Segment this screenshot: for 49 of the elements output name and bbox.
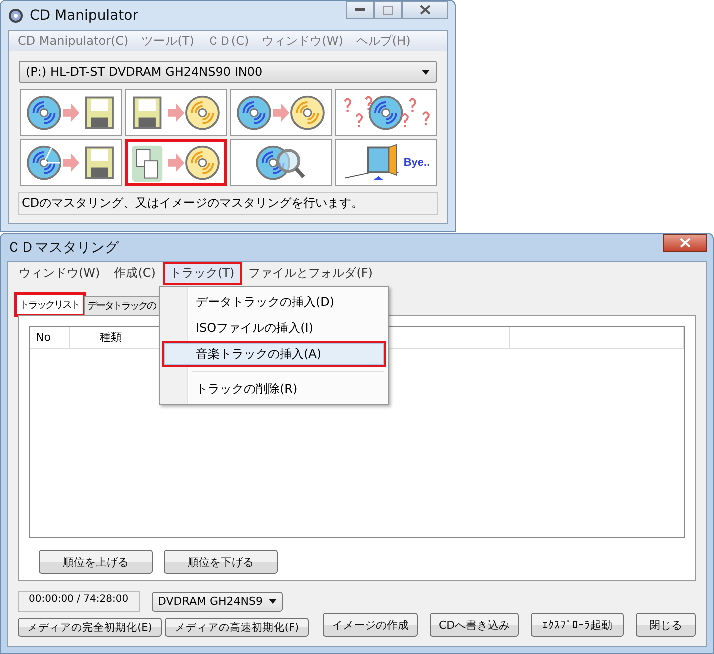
menu-item[interactable]: 音楽トラックの挿入(A)	[162, 341, 386, 367]
tool-button[interactable]	[20, 89, 122, 136]
action-button[interactable]: ｴｸｽﾌﾟﾛｰﾗ起動	[531, 613, 624, 637]
menu-item[interactable]: ウィンドウ(W)	[12, 262, 108, 284]
action-button[interactable]: 閉じる	[636, 613, 696, 637]
menu-item[interactable]: ファイルとフォルダ(F)	[242, 262, 380, 284]
menu-item[interactable]: ISOファイルの挿入(I)	[162, 315, 386, 341]
order-button[interactable]: 順位を上げる	[39, 550, 153, 574]
status-bar: CDのマスタリング、又はイメージのマスタリングを行います。	[18, 192, 438, 215]
dropdown-arrow-icon	[268, 599, 277, 604]
tool-button[interactable]	[20, 139, 122, 186]
menu-item[interactable]: ＣＤ(C)	[202, 30, 258, 52]
tab[interactable]: データトラックの	[84, 296, 160, 315]
time-display: 00:00:00 / 74:28:00	[18, 591, 140, 612]
maximize-icon	[383, 6, 393, 14]
close-icon	[680, 238, 690, 248]
menu-item[interactable]: 作成(C)	[107, 262, 163, 284]
close-icon	[420, 5, 430, 15]
disc-icon	[8, 8, 24, 24]
order-button[interactable]: 順位を下げる	[164, 550, 278, 574]
minimize-icon	[355, 8, 365, 12]
menu-item[interactable]: データトラックの挿入(D)	[162, 289, 386, 315]
window-title: CD Manipulator	[30, 8, 138, 24]
tab[interactable]: トラックリスト	[16, 294, 84, 315]
menu-item[interactable]: トラック(T)	[162, 262, 242, 284]
close-button[interactable]	[402, 1, 448, 19]
menu-item[interactable]: CD Manipulator(C)	[13, 31, 137, 51]
drive-select[interactable]: (P:) HL-DT-ST DVDRAM GH24NS90 IN00	[19, 61, 437, 83]
tool-button[interactable]	[230, 89, 332, 136]
bye-label: Bye..	[404, 156, 430, 168]
window-title: ＣＤマスタリング	[7, 238, 119, 256]
action-button[interactable]: CDへ書き込み	[430, 613, 520, 637]
tool-button[interactable]	[125, 139, 227, 186]
initialize-button[interactable]: メディアの完全初期化(E)	[18, 618, 162, 637]
action-button[interactable]: イメージの作成	[323, 613, 418, 637]
tool-button[interactable]	[230, 139, 332, 186]
menu-item[interactable]: ウィンドウ(W)	[257, 30, 352, 52]
tool-button[interactable]	[125, 89, 227, 136]
menu-item[interactable]: ツール(T)	[136, 30, 202, 52]
tool-button[interactable]: Bye..	[335, 139, 437, 186]
close-button[interactable]	[663, 234, 707, 252]
minimize-button[interactable]	[346, 1, 374, 19]
dropdown-arrow-icon	[422, 70, 430, 74]
column-header[interactable]: No	[30, 327, 70, 349]
menu-item[interactable]: ヘルプ(H)	[351, 30, 419, 52]
drive-select[interactable]: DVDRAM GH24NS9	[152, 592, 283, 612]
menu-item[interactable]: トラックの削除(R)	[162, 376, 386, 402]
initialize-button[interactable]: メディアの高速初期化(F)	[165, 618, 309, 637]
tool-button[interactable]	[335, 89, 437, 136]
